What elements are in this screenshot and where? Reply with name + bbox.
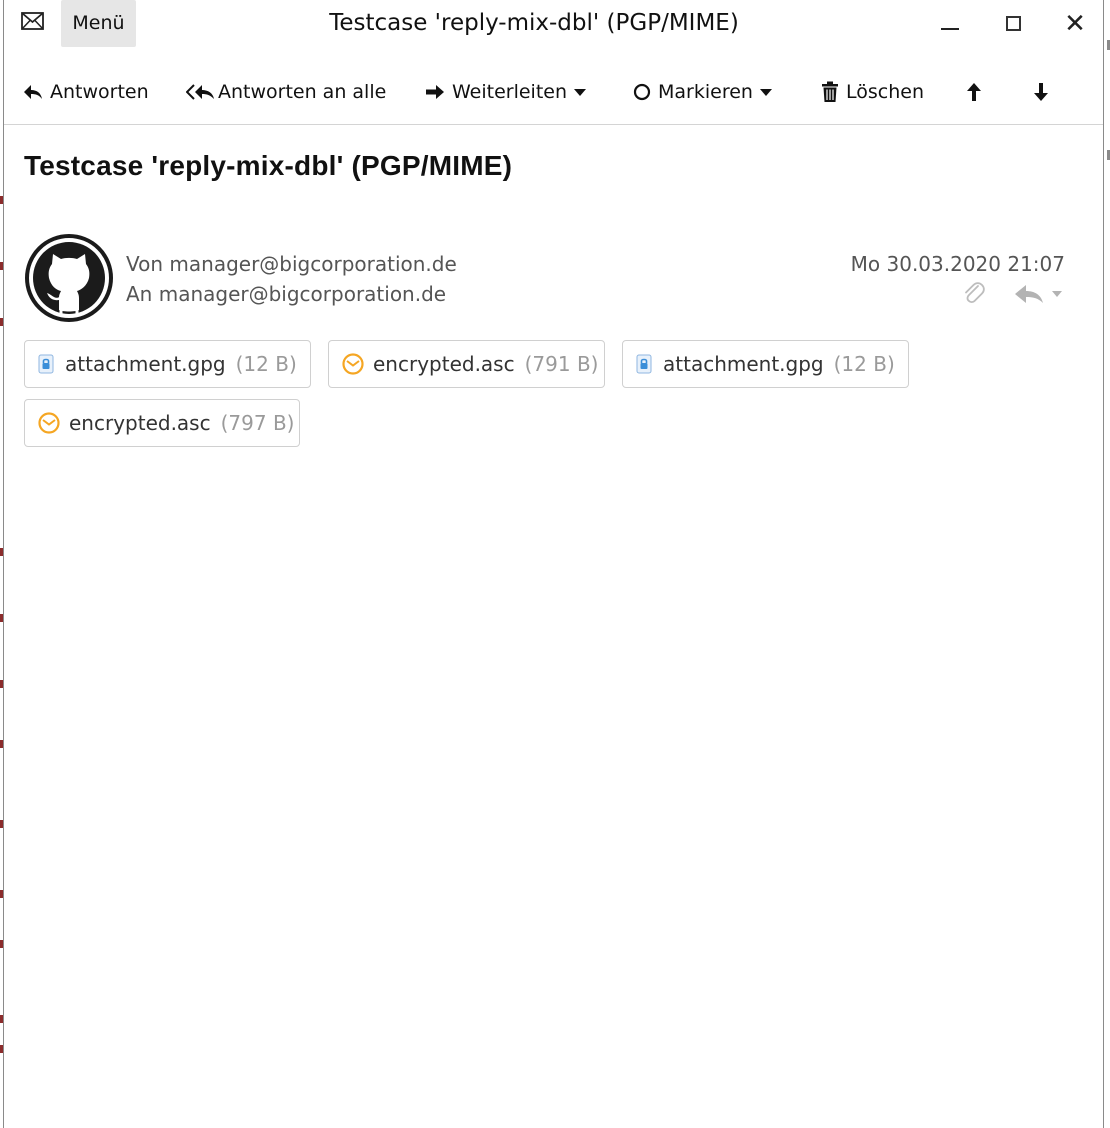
previous-message-button[interactable] (964, 62, 990, 122)
delete-button[interactable]: Löschen (820, 62, 924, 122)
attachment-name: encrypted.asc (69, 411, 211, 435)
menu-button[interactable]: Menü (61, 0, 136, 47)
circle-icon (633, 83, 651, 101)
close-icon: ✕ (1064, 8, 1086, 39)
attachment-item[interactable]: encrypted.asc (791 B) (328, 340, 605, 388)
window-title: Testcase 'reply-mix-dbl' (PGP/MIME) (329, 10, 739, 36)
attachment-size: (791 B) (524, 352, 599, 376)
attachment-name: attachment.gpg (65, 352, 226, 376)
chevron-down-icon (574, 88, 587, 96)
maximize-icon (1005, 16, 1021, 31)
paperclip-icon[interactable] (961, 280, 987, 306)
reply-all-button[interactable]: Antworten an alle (186, 62, 386, 122)
encrypted-mail-icon (38, 412, 60, 434)
next-message-button[interactable] (1031, 62, 1057, 122)
lock-icon (38, 354, 54, 374)
toolbar-divider (4, 124, 1103, 125)
from-address[interactable]: Von manager@bigcorporation.de (126, 252, 457, 276)
reply-label: Antworten (50, 81, 149, 103)
minimize-icon (941, 27, 959, 30)
arrow-up-icon (967, 83, 981, 101)
encrypted-mail-icon (342, 353, 364, 375)
message-date: Mo 30.03.2020 21:07 (850, 252, 1065, 276)
trash-icon (822, 81, 838, 102)
attachment-item[interactable]: encrypted.asc (797 B) (24, 399, 300, 447)
attachment-item[interactable]: attachment.gpg (12 B) (622, 340, 909, 388)
message-toolbar: Antworten Antworten an alle Weiterleiten… (4, 62, 1103, 122)
reply-icon[interactable] (1013, 283, 1047, 305)
forward-label: Weiterleiten (452, 81, 568, 103)
avatar[interactable] (25, 234, 113, 322)
delete-label: Löschen (846, 81, 924, 103)
reply-options-chevron-icon[interactable] (1052, 291, 1062, 297)
title-bar: Menü Testcase 'reply-mix-dbl' (PGP/MIME)… (4, 0, 1103, 50)
chevron-down-icon (759, 88, 772, 96)
attachment-size: (797 B) (220, 411, 295, 435)
forward-arrow-icon (426, 85, 444, 99)
to-address[interactable]: An manager@bigcorporation.de (126, 282, 446, 306)
maximize-button[interactable] (989, 0, 1037, 47)
attachment-name: encrypted.asc (373, 352, 515, 376)
attachment-size: (12 B) (833, 352, 895, 376)
attachment-item[interactable]: attachment.gpg (12 B) (24, 340, 311, 388)
reply-button[interactable]: Antworten (22, 62, 149, 122)
lock-icon (636, 354, 652, 374)
reply-all-label: Antworten an alle (218, 81, 387, 103)
arrow-down-icon (1034, 83, 1048, 101)
attachment-size: (12 B) (235, 352, 297, 376)
attachment-name: attachment.gpg (663, 352, 824, 376)
envelope-icon (21, 12, 44, 30)
reply-arrow-icon (24, 85, 42, 99)
close-button[interactable]: ✕ (1051, 0, 1099, 47)
mark-label: Markieren (658, 81, 753, 103)
message-subject: Testcase 'reply-mix-dbl' (PGP/MIME) (24, 150, 513, 181)
reply-all-arrow-icon (186, 84, 214, 100)
mark-button[interactable]: Markieren (632, 62, 772, 122)
forward-button[interactable]: Weiterleiten (424, 62, 587, 122)
minimize-button[interactable] (926, 0, 974, 47)
message-window: Menü Testcase 'reply-mix-dbl' (PGP/MIME)… (3, 0, 1104, 1128)
background-window-edge-right (1104, 0, 1110, 1128)
